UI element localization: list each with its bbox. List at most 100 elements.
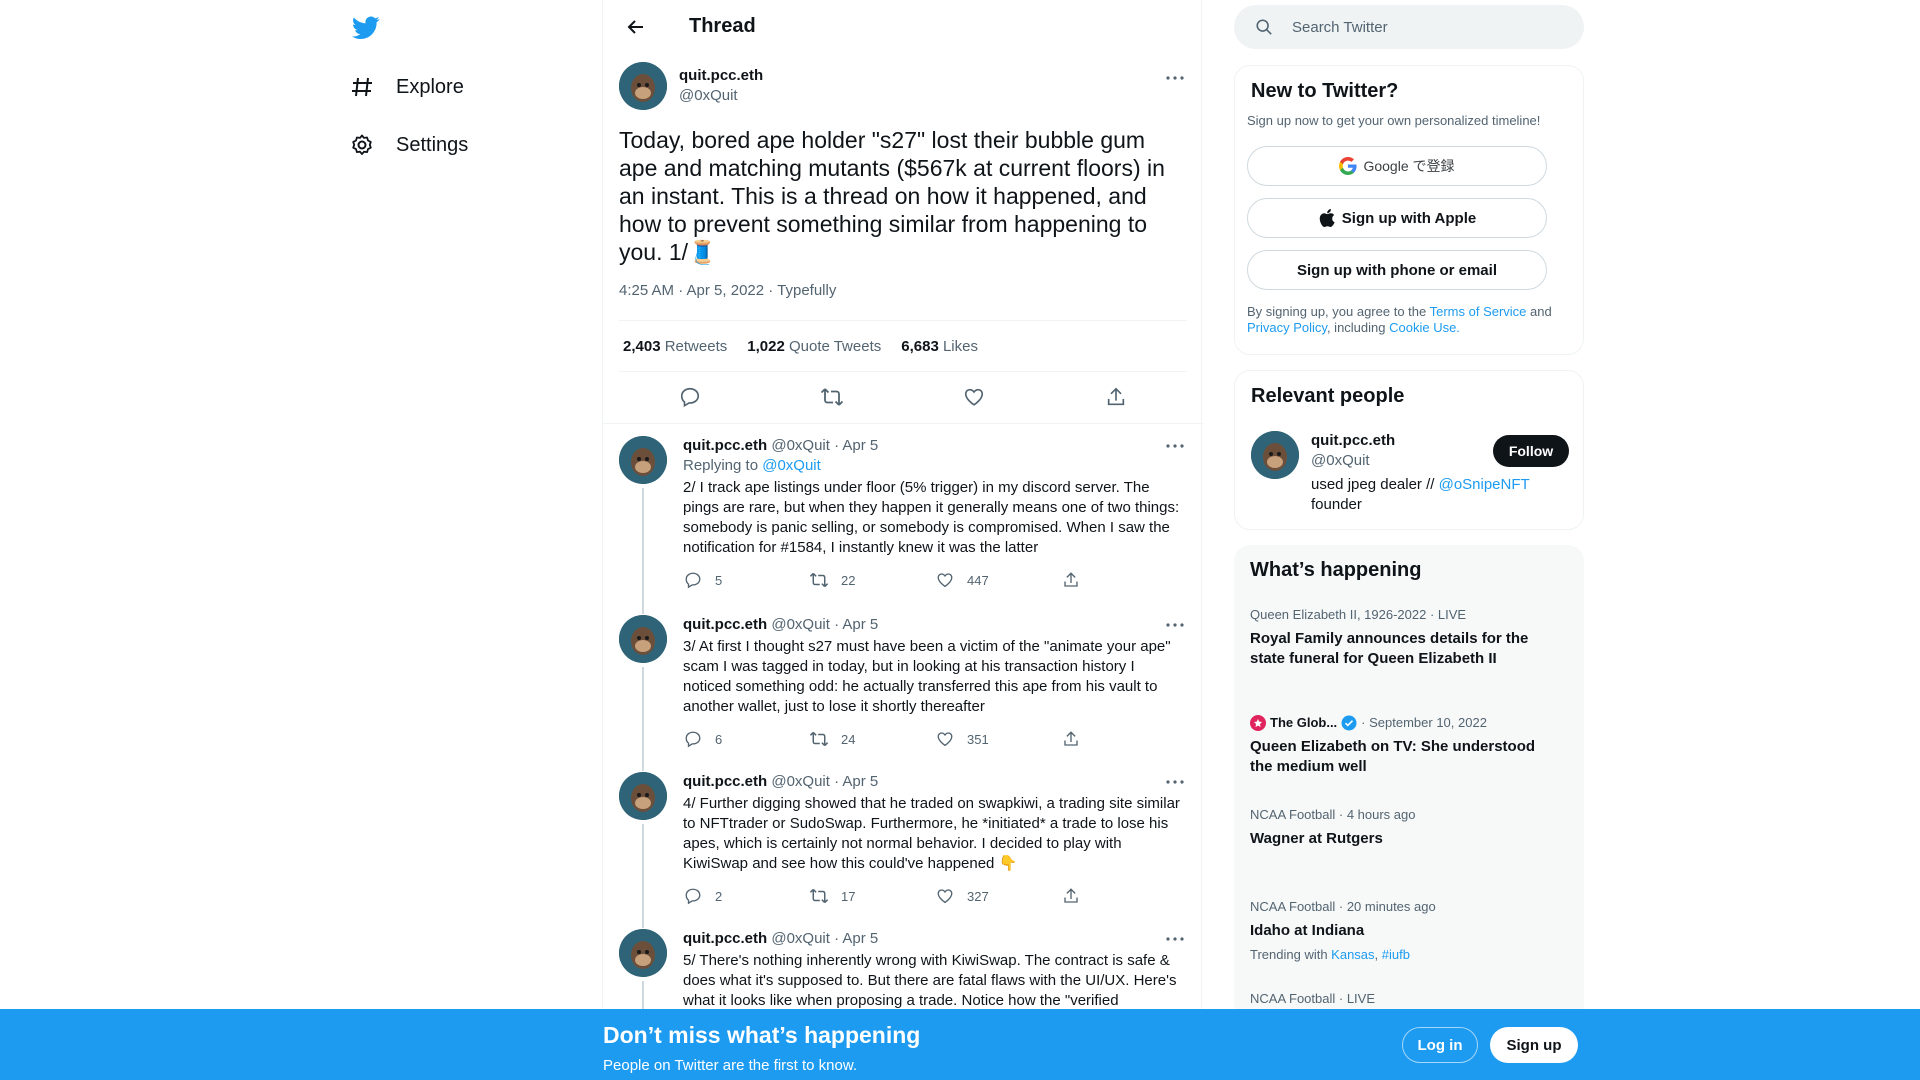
reply-actions: 5 22 447 — [683, 564, 1187, 596]
avatar[interactable] — [1251, 431, 1299, 479]
share-icon — [1061, 886, 1081, 906]
reply-author-handle[interactable]: @0xQuit · Apr 5 — [771, 773, 878, 790]
tweet-timestamp[interactable]: 4:25 AM · Apr 5, 2022 · Typefully — [619, 282, 1187, 302]
trend-item[interactable]: NCAA Football · 4 hours ago Wagner at Ru… — [1250, 807, 1550, 849]
author-name[interactable]: quit.pcc.eth — [679, 66, 763, 86]
cookie-link[interactable]: Cookie Use. — [1389, 320, 1460, 335]
relevant-people-card: Relevant people quit.pcc.eth @0xQuit Fol… — [1234, 370, 1584, 530]
phone-email-signup-button[interactable]: Sign up with phone or email — [1247, 250, 1547, 290]
reply-button[interactable]: 5 — [683, 570, 809, 590]
person-name[interactable]: quit.pcc.eth — [1311, 431, 1395, 451]
thread-connector — [642, 488, 644, 614]
author-handle[interactable]: @0xQuit — [679, 86, 763, 106]
retweet-icon[interactable] — [815, 380, 849, 414]
twitter-logo-icon[interactable] — [348, 10, 384, 46]
more-options-icon[interactable] — [1163, 772, 1187, 792]
search-input[interactable] — [1292, 18, 1552, 36]
share-icon[interactable] — [1099, 380, 1133, 414]
thread-connector — [642, 981, 644, 1009]
terms-link[interactable]: Terms of Service — [1430, 304, 1527, 319]
like-button[interactable]: 351 — [935, 729, 1061, 749]
reply-author-handle[interactable]: @0xQuit · Apr 5 — [771, 930, 878, 947]
person-bio: used jpeg dealer // @oSnipeNFT founder — [1311, 476, 1530, 513]
replying-to-link[interactable]: @0xQuit — [762, 457, 821, 474]
google-signup-button[interactable]: Google で登録 — [1247, 146, 1547, 186]
more-options-icon[interactable] — [1163, 68, 1187, 88]
reply-icon — [683, 729, 703, 749]
apple-signup-button[interactable]: Sign up with Apple — [1247, 198, 1547, 238]
nav-explore-label: Explore — [396, 75, 464, 98]
thread-connector — [642, 824, 644, 928]
trend-item[interactable]: NCAA Football · LIVE — [1250, 991, 1550, 1007]
card-title: Relevant people — [1251, 385, 1405, 407]
reply-tweet[interactable]: quit.pcc.eth @0xQuit · Apr 5 3/ At first… — [619, 615, 1187, 771]
like-button[interactable]: 447 — [935, 570, 1061, 590]
divider — [603, 423, 1203, 424]
trend-item[interactable]: NCAA Football · 20 minutes ago Idaho at … — [1250, 899, 1550, 962]
banner-title: Don’t miss what’s happening — [603, 1022, 921, 1048]
reply-actions: 2 17 327 — [683, 880, 1187, 912]
trend-tag-link[interactable]: Kansas — [1331, 947, 1374, 962]
like-heart-icon — [935, 886, 955, 906]
more-options-icon[interactable] — [1163, 436, 1187, 456]
reply-icon — [683, 886, 703, 906]
reply-tweet[interactable]: quit.pcc.eth @0xQuit · Apr 5 4/ Further … — [619, 772, 1187, 928]
whats-happening-card: What’s happening Queen Elizabeth II, 192… — [1234, 545, 1584, 1080]
reply-author-handle[interactable]: @0xQuit · Apr 5 — [771, 437, 878, 454]
new-to-twitter-card: New to Twitter? Sign up now to get your … — [1234, 65, 1584, 355]
avatar[interactable] — [619, 436, 667, 484]
card-title: What’s happening — [1250, 559, 1422, 581]
trend-item[interactable]: The Glob... · September 10, 2022 Queen E… — [1250, 715, 1550, 777]
retweet-button[interactable]: 22 — [809, 570, 935, 590]
trend-tag-link[interactable]: #iufb — [1382, 947, 1410, 962]
card-subtitle: Sign up now to get your own personalized… — [1247, 113, 1541, 128]
quote-tweets-count[interactable]: 1,022 Quote Tweets — [747, 338, 881, 355]
reply-author-name[interactable]: quit.pcc.eth — [683, 616, 767, 633]
reply-button[interactable]: 2 — [683, 886, 809, 906]
tweet-actions — [619, 372, 1187, 422]
reply-author-handle[interactable]: @0xQuit · Apr 5 — [771, 616, 878, 633]
avatar[interactable] — [619, 929, 667, 977]
reply-text: 4/ Further digging showed that he traded… — [683, 795, 1180, 872]
replying-to: Replying to @0xQuit — [683, 457, 821, 474]
privacy-link[interactable]: Privacy Policy — [1247, 320, 1327, 335]
person-handle[interactable]: @0xQuit — [1311, 451, 1395, 471]
share-button[interactable] — [1061, 570, 1187, 590]
share-button[interactable] — [1061, 729, 1187, 749]
reply-tweet[interactable]: quit.pcc.eth @0xQuit · Apr 5 5/ There's … — [619, 929, 1187, 1009]
retweet-button[interactable]: 17 — [809, 886, 935, 906]
reply-author-name[interactable]: quit.pcc.eth — [683, 773, 767, 790]
reply-icon[interactable] — [673, 380, 707, 414]
share-button[interactable] — [1061, 886, 1187, 906]
reply-author-name[interactable]: quit.pcc.eth — [683, 930, 767, 947]
reply-button[interactable]: 6 — [683, 729, 809, 749]
bio-mention-link[interactable]: @oSnipeNFT — [1439, 476, 1530, 493]
card-title: New to Twitter? — [1251, 80, 1399, 102]
likes-count[interactable]: 6,683 Likes — [901, 338, 978, 355]
nav-settings[interactable]: Settings — [348, 121, 468, 169]
retweets-count[interactable]: 2,403 Retweets — [623, 338, 727, 355]
signup-button[interactable]: Sign up — [1490, 1027, 1578, 1063]
reply-author-name[interactable]: quit.pcc.eth — [683, 437, 767, 454]
more-options-icon[interactable] — [1163, 929, 1187, 949]
hashtag-icon — [348, 73, 376, 101]
reply-text: 2/ I track ape listings under floor (5% … — [683, 479, 1180, 556]
avatar[interactable] — [619, 615, 667, 663]
nav-explore[interactable]: Explore — [348, 63, 464, 111]
more-options-icon[interactable] — [1163, 615, 1187, 635]
back-arrow-icon[interactable] — [619, 10, 653, 44]
trend-context: The Glob... · September 10, 2022 — [1250, 715, 1550, 731]
like-button[interactable]: 327 — [935, 886, 1061, 906]
retweet-button[interactable]: 24 — [809, 729, 935, 749]
follow-button[interactable]: Follow — [1493, 435, 1569, 467]
thread-header: Thread — [603, 0, 1203, 53]
trend-context: NCAA Football · LIVE — [1250, 991, 1375, 1006]
reply-icon — [683, 570, 703, 590]
reply-tweet[interactable]: quit.pcc.eth @0xQuit · Apr 5 Replying to… — [619, 436, 1187, 614]
like-heart-icon[interactable] — [957, 380, 991, 414]
avatar[interactable] — [619, 62, 667, 110]
relevant-person[interactable]: quit.pcc.eth @0xQuit Follow used jpeg de… — [1251, 431, 1569, 513]
avatar[interactable] — [619, 772, 667, 820]
login-button[interactable]: Log in — [1402, 1027, 1478, 1063]
trend-item[interactable]: Queen Elizabeth II, 1926-2022 · LIVE Roy… — [1250, 607, 1550, 669]
